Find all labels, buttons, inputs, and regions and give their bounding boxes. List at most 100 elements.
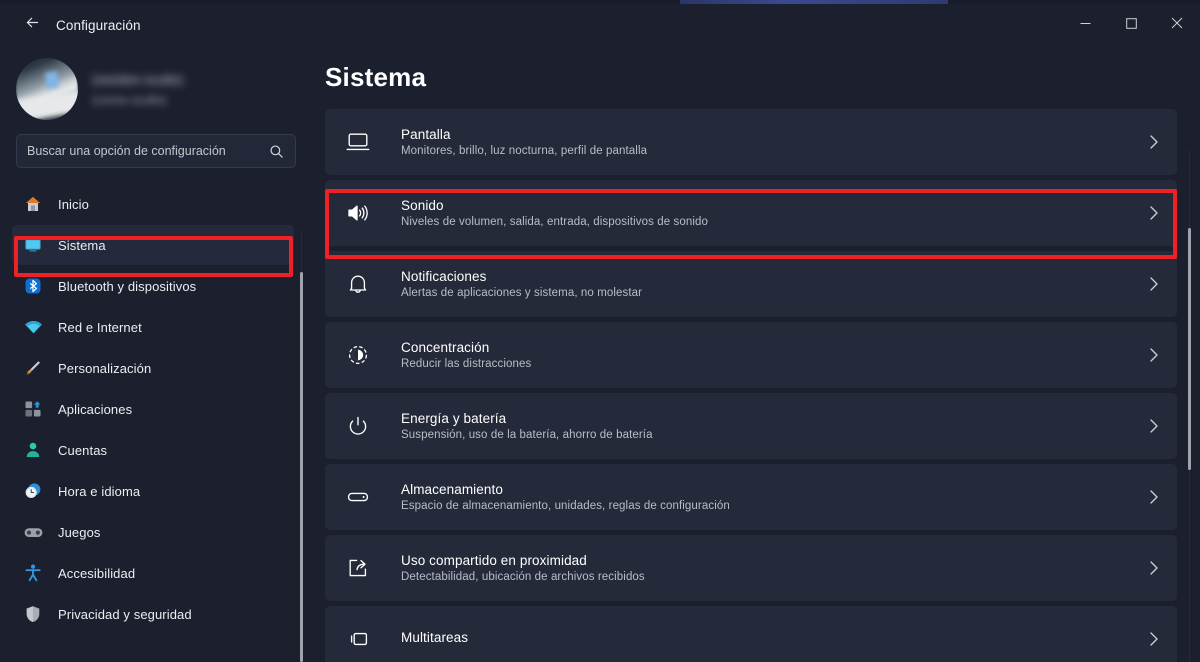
- sidebar-item-label: Hora e idioma: [58, 483, 141, 499]
- sidebar-item-cuentas[interactable]: Cuentas: [12, 430, 294, 470]
- card-title: Sonido: [401, 198, 444, 213]
- chevron-right-icon: [1141, 347, 1159, 363]
- window-title: Configuración: [56, 17, 141, 33]
- card-texts: Multitareas: [401, 630, 1141, 648]
- chevron-right-icon: [1141, 489, 1159, 505]
- settings-card-concentracion[interactable]: Concentración Reducir las distracciones: [325, 322, 1177, 388]
- profile-email: (correo oculto): [92, 94, 167, 107]
- main-scrollbar-thumb[interactable]: [1188, 228, 1191, 470]
- maximize-button[interactable]: [1108, 0, 1154, 50]
- close-button[interactable]: [1154, 0, 1200, 50]
- card-texts: Uso compartido en proximidad Detectabili…: [401, 553, 1141, 583]
- sidebar-item-label: Cuentas: [58, 442, 108, 458]
- search-icon: [269, 144, 285, 159]
- monitor-icon: [22, 234, 44, 256]
- card-subtitle: Detectabilidad, ubicación de archivos re…: [401, 571, 645, 583]
- search-box[interactable]: [16, 134, 296, 168]
- window-controls: [1062, 0, 1200, 50]
- settings-card-sonido[interactable]: Sonido Niveles de volumen, salida, entra…: [325, 180, 1177, 246]
- sidebar-item-red-internet[interactable]: Red e Internet: [12, 307, 294, 347]
- sidebar-item-inicio[interactable]: Inicio: [12, 184, 294, 224]
- sidebar-item-sistema[interactable]: Sistema: [12, 225, 294, 265]
- chevron-right-icon: [1141, 205, 1159, 221]
- card-title: Notificaciones: [401, 269, 487, 284]
- chevron-right-icon: [1141, 276, 1159, 292]
- chevron-right-icon: [1141, 134, 1159, 150]
- window-top-accent-strip: [680, 0, 948, 4]
- settings-card-almacenamiento[interactable]: Almacenamiento Espacio de almacenamiento…: [325, 464, 1177, 530]
- sidebar-item-hora-idioma[interactable]: Hora e idioma: [12, 471, 294, 511]
- card-subtitle: Espacio de almacenamiento, unidades, reg…: [401, 500, 730, 512]
- card-texts: Pantalla Monitores, brillo, luz nocturna…: [401, 127, 1141, 157]
- sidebar-item-aplicaciones[interactable]: Aplicaciones: [12, 389, 294, 429]
- minimize-button[interactable]: [1062, 0, 1108, 50]
- card-subtitle: Reducir las distracciones: [401, 358, 532, 370]
- settings-card-uso-compartido-proximidad[interactable]: Uso compartido en proximidad Detectabili…: [325, 535, 1177, 601]
- sidebar-item-label: Bluetooth y dispositivos: [58, 278, 197, 294]
- bluetooth-icon: [22, 275, 44, 297]
- apps-grid-icon: [22, 398, 44, 420]
- wifi-icon: [22, 316, 44, 338]
- chevron-right-icon: [1141, 418, 1159, 434]
- profile-name: (nombre oculto): [92, 71, 184, 87]
- card-texts: Concentración Reducir las distracciones: [401, 340, 1141, 370]
- title-bar: Configuración: [0, 0, 1200, 50]
- user-profile[interactable]: (nombre oculto) (correo oculto): [0, 50, 310, 124]
- card-title: Pantalla: [401, 127, 451, 142]
- card-subtitle: Niveles de volumen, salida, entrada, dis…: [401, 216, 708, 228]
- sidebar-item-privacidad-seguridad[interactable]: Privacidad y seguridad: [12, 594, 294, 634]
- settings-card-list: Pantalla Monitores, brillo, luz nocturna…: [325, 109, 1177, 662]
- power-icon: [341, 411, 375, 441]
- search-input[interactable]: [27, 144, 269, 158]
- person-icon: [22, 439, 44, 461]
- sidebar-item-personalizacion[interactable]: Personalización: [12, 348, 294, 388]
- main-content: Sistema Pantalla Monitores, brillo, luz …: [310, 50, 1200, 662]
- card-texts: Almacenamiento Espacio de almacenamiento…: [401, 482, 1141, 512]
- card-subtitle: Monitores, brillo, luz nocturna, perfil …: [401, 145, 648, 157]
- back-button[interactable]: [12, 8, 52, 42]
- sidebar-item-label: Inicio: [58, 196, 89, 212]
- card-title: Almacenamiento: [401, 482, 503, 497]
- settings-card-pantalla[interactable]: Pantalla Monitores, brillo, luz nocturna…: [325, 109, 1177, 175]
- card-title: Energía y batería: [401, 411, 507, 426]
- speaker-icon: [341, 198, 375, 228]
- sidebar-item-label: Personalización: [58, 360, 152, 376]
- sidebar-item-label: Juegos: [58, 524, 101, 540]
- sidebar-item-label: Accesibilidad: [58, 565, 136, 581]
- chevron-right-icon: [1141, 631, 1159, 647]
- sidebar-item-label: Sistema: [58, 237, 106, 253]
- sidebar-item-label: Privacidad y seguridad: [58, 606, 192, 622]
- page-title: Sistema: [325, 62, 427, 92]
- card-texts: Sonido Niveles de volumen, salida, entra…: [401, 198, 1141, 228]
- clock-icon: [22, 480, 44, 502]
- minimize-icon: [1080, 16, 1091, 34]
- gamepad-icon: [22, 521, 44, 543]
- sidebar: (nombre oculto) (correo oculto) Buscar u…: [0, 50, 310, 662]
- card-subtitle: Suspensión, uso de la batería, ahorro de…: [401, 429, 653, 441]
- sidebar-item-bluetooth[interactable]: Bluetooth y dispositivos: [12, 266, 294, 306]
- accessibility-icon: [22, 562, 44, 584]
- settings-window: Configuración (nombre oculto) (correo oc…: [0, 0, 1200, 662]
- focus-moon-icon: [341, 340, 375, 370]
- maximize-icon: [1125, 16, 1137, 34]
- sidebar-item-accesibilidad[interactable]: Accesibilidad: [12, 553, 294, 593]
- avatar: [16, 58, 78, 120]
- settings-card-multitareas[interactable]: Multitareas: [325, 606, 1177, 662]
- sidebar-nav: Inicio Sistema Bluetooth y dispositivos …: [0, 184, 310, 634]
- card-title: Multitareas: [401, 630, 469, 645]
- share-icon: [341, 553, 375, 583]
- sidebar-item-juegos[interactable]: Juegos: [12, 512, 294, 552]
- drive-icon: [341, 482, 375, 512]
- settings-card-notificaciones[interactable]: Notificaciones Alertas de aplicaciones y…: [325, 251, 1177, 317]
- card-title: Concentración: [401, 340, 490, 355]
- sidebar-scrollbar-thumb[interactable]: [300, 272, 303, 662]
- home-icon: [22, 193, 44, 215]
- card-subtitle: Alertas de aplicaciones y sistema, no mo…: [401, 287, 643, 299]
- card-texts: Notificaciones Alertas de aplicaciones y…: [401, 269, 1141, 299]
- display-icon: [341, 127, 375, 157]
- sidebar-item-label: Red e Internet: [58, 319, 142, 335]
- settings-card-energia-bateria[interactable]: Energía y batería Suspensión, uso de la …: [325, 393, 1177, 459]
- bell-icon: [341, 269, 375, 299]
- window-body: (nombre oculto) (correo oculto) Buscar u…: [0, 50, 1200, 662]
- shield-icon: [22, 603, 44, 625]
